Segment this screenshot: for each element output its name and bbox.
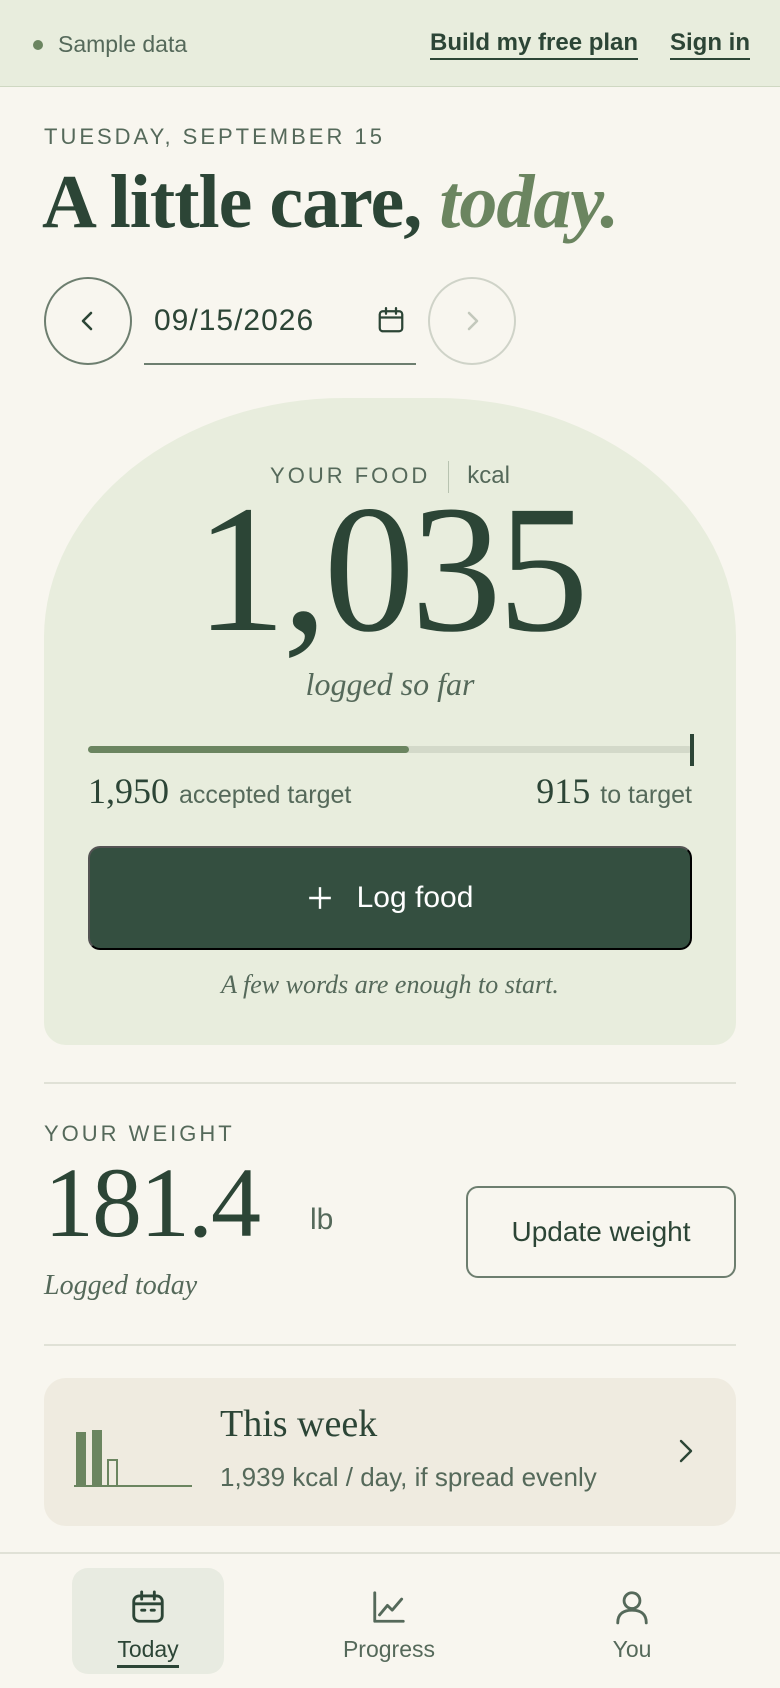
- accepted-target-label: accepted target: [179, 781, 352, 809]
- sample-data-banner: Sample data Build my free plan Sign in: [0, 0, 780, 87]
- date-input[interactable]: 09/15/2026: [144, 277, 416, 365]
- previous-day-button[interactable]: [44, 277, 132, 365]
- nav-item-today[interactable]: Today: [72, 1568, 224, 1674]
- nav-label-progress: Progress: [342, 1636, 436, 1662]
- chevron-right-icon: [467, 311, 479, 331]
- sample-data-label: Sample data: [58, 31, 188, 57]
- weight-value: 181.4: [44, 1147, 261, 1258]
- nav-label-today: Today: [117, 1636, 179, 1668]
- log-food-label: Log food: [356, 881, 474, 914]
- log-food-button[interactable]: Log food: [88, 846, 692, 950]
- remaining-label: to target: [600, 781, 692, 809]
- sign-in-link[interactable]: Sign in: [670, 29, 750, 60]
- plus-icon: [307, 885, 333, 911]
- date-label: TUESDAY, SEPTEMBER 15: [44, 124, 385, 149]
- food-card: YOUR FOOD kcal 1,035 logged so far 1,950 a…: [44, 398, 736, 1045]
- accepted-target-value: 1,950: [88, 771, 169, 811]
- build-plan-link[interactable]: Build my free plan: [430, 29, 639, 60]
- headline-main: A little care,: [42, 160, 422, 244]
- remaining-value: 915: [536, 771, 591, 811]
- target-marker: [690, 734, 694, 766]
- calorie-progress-fill: [88, 746, 409, 753]
- headline-accent: today.: [439, 160, 619, 244]
- next-day-button[interactable]: [428, 277, 516, 365]
- nav-item-you[interactable]: You: [556, 1568, 708, 1674]
- chart-line-icon: [373, 1591, 405, 1623]
- weight-unit: lb: [310, 1203, 334, 1236]
- page-title: A little care, today.: [42, 160, 619, 244]
- accepted-target: 1,950 accepted target: [88, 770, 351, 812]
- section-divider: [44, 1082, 736, 1084]
- calorie-progress-bar: [88, 734, 694, 766]
- user-icon: [616, 1591, 648, 1625]
- calories-caption: logged so far: [305, 666, 475, 702]
- this-week-summary: 1,939 kcal / day, if spread evenly: [220, 1462, 597, 1492]
- remaining-to-target: 915 to target: [536, 770, 692, 812]
- this-week-card[interactable]: This week 1,939 kcal / day, if spread ev…: [44, 1378, 736, 1526]
- bar-chart-icon: [74, 1430, 192, 1487]
- calendar-icon[interactable]: [376, 305, 406, 335]
- weight-label: YOUR WEIGHT: [44, 1121, 235, 1146]
- log-food-hint: A few words are enough to start.: [221, 970, 559, 999]
- status-dot-icon: [33, 40, 43, 50]
- this-week-title: This week: [220, 1403, 378, 1445]
- weight-caption: Logged today: [44, 1270, 198, 1301]
- chevron-right-icon: [679, 1439, 693, 1463]
- nav-item-progress[interactable]: Progress: [313, 1568, 465, 1674]
- section-divider: [44, 1344, 736, 1346]
- chevron-left-icon: [81, 311, 93, 331]
- calories-logged: 1,035: [195, 469, 589, 670]
- bottom-nav: Today Progress You: [0, 1552, 780, 1688]
- date-input-value: 09/15/2026: [154, 304, 315, 337]
- update-weight-button[interactable]: Update weight: [466, 1186, 736, 1278]
- nav-label-you: You: [612, 1636, 652, 1662]
- calendar-icon: [132, 1590, 164, 1623]
